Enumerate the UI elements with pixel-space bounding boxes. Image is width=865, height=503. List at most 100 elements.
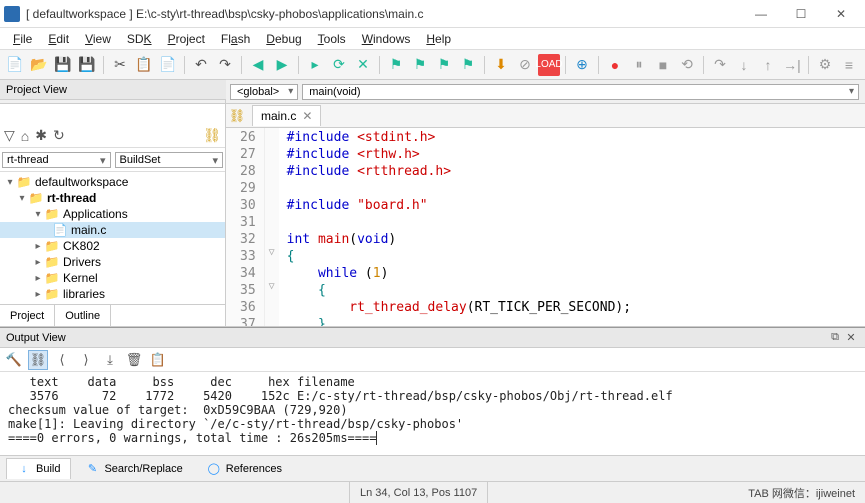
tree-kernel[interactable]: ▸📁Kernel [0,270,225,286]
clean-icon[interactable]: ✕ [352,54,374,76]
menu-edit[interactable]: Edit [41,30,76,48]
out-down-icon[interactable]: ⤓ [100,350,120,370]
close-tab-icon[interactable]: ✕ [302,109,312,123]
flag4-icon[interactable]: ⚑ [457,54,479,76]
debug-icon[interactable]: ⊕ [571,54,593,76]
window-title: [ defaultworkspace ] E:\c-sty\rt-thread\… [26,7,741,21]
menu-debug[interactable]: Debug [259,30,308,48]
nav-back-icon[interactable]: ◀ [247,54,269,76]
undo-icon[interactable]: ↶ [190,54,212,76]
tree-drivers[interactable]: ▸📁Drivers [0,254,225,270]
out-copy-icon[interactable]: 📋 [148,350,168,370]
paste-icon[interactable]: 📄 [157,54,179,76]
output-tab-build[interactable]: ↓Build [6,458,71,479]
out-hammer-icon[interactable]: 🔨 [4,350,24,370]
step-over-icon[interactable]: ↷ [709,54,731,76]
tree-ck802[interactable]: ▸📁CK802 [0,238,225,254]
line-gutter: 26272829303132333435363738 [226,128,265,326]
flag2-icon[interactable]: ⚑ [409,54,431,76]
buildset-selector[interactable]: BuildSet [115,152,224,168]
link-editor-icon[interactable]: ⛓ [203,127,221,144]
main-toolbar: 📄 📂 💾 💾 ✂ 📋 📄 ↶ ↷ ◀ ▶ ▸ ⟳ ✕ ⚑ ⚑ ⚑ ⚑ ⬇ ⊘ … [0,50,865,80]
project-view-tabs: Project Outline [0,304,225,326]
project-view-toolbar: ▽ ⌂ ✱ ↻ ⛓ [0,124,225,148]
code-editor[interactable]: 26272829303132333435363738 ▽▽ #include <… [226,128,865,326]
flag1-icon[interactable]: ⚑ [385,54,407,76]
menu-windows[interactable]: Windows [355,30,418,48]
output-text[interactable]: text data bss dec hex filename 3576 72 1… [0,372,865,455]
pause-icon[interactable]: ⏸ [628,54,650,76]
menu-project[interactable]: Project [161,30,212,48]
maximize-button[interactable]: ☐ [781,2,821,26]
output-tabs: ↓Build ✎Search/Replace ◯References [0,455,865,481]
step-in-icon[interactable]: ↓ [733,54,755,76]
copy-icon[interactable]: 📋 [133,54,155,76]
editor-tab-row: ⛓ main.c ✕ [226,104,865,128]
menu-sdk[interactable]: SDK [120,30,159,48]
project-selector[interactable]: rt-thread [2,152,111,168]
title-bar: [ defaultworkspace ] E:\c-sty\rt-thread\… [0,0,865,28]
output-view-title: Output View [6,332,66,344]
menu-file[interactable]: File [6,30,39,48]
fold-gutter[interactable]: ▽▽ [265,128,279,326]
new-icon[interactable]: 📄 [4,54,26,76]
rebuild-icon[interactable]: ⟳ [328,54,350,76]
tree-workspace[interactable]: ▾📁defaultworkspace [0,174,225,190]
flag3-icon[interactable]: ⚑ [433,54,455,76]
menu-view[interactable]: View [78,30,118,48]
menu-bar: File Edit View SDK Project Flash Debug T… [0,28,865,50]
out-next-icon[interactable]: ⟩ [76,350,96,370]
stop-dl-icon[interactable]: ⊘ [514,54,536,76]
editor-tab-mainc[interactable]: main.c ✕ [252,105,321,126]
tree-libraries[interactable]: ▸📁libraries [0,286,225,302]
open-icon[interactable]: 📂 [28,54,50,76]
out-clear-icon[interactable]: 🗑 [124,350,144,370]
link-icon[interactable]: ⛓ [226,108,248,124]
tab-outline[interactable]: Outline [55,305,111,326]
download-icon[interactable]: ⬇ [490,54,512,76]
tree-applications[interactable]: ▾📁Applications [0,206,225,222]
output-close-icon[interactable]: ✕ [843,330,859,346]
cursor-icon[interactable]: ▽ [4,127,15,144]
menu-help[interactable]: Help [419,30,458,48]
scope-global-select[interactable]: <global> [230,84,298,100]
redo-icon[interactable]: ↷ [214,54,236,76]
status-bar: Ln 34, Col 13, Pos 1107 TAB 网微信：ijiweine… [0,481,865,503]
project-tree[interactable]: ▾📁defaultworkspace ▾📁rt-thread ▾📁Applica… [0,172,225,304]
nav-fwd-icon[interactable]: ▶ [271,54,293,76]
project-view-pane: Project View ▽ ⌂ ✱ ↻ ⛓ rt-thread BuildSe… [0,104,226,326]
menu-flash[interactable]: Flash [214,30,257,48]
save-icon[interactable]: 💾 [52,54,74,76]
minimize-button[interactable]: — [741,2,781,26]
record-icon[interactable]: ● [604,54,626,76]
cut-icon[interactable]: ✂ [109,54,131,76]
refresh-icon[interactable]: ↻ [53,127,65,144]
menu-tools[interactable]: Tools [311,30,353,48]
out-prev-icon[interactable]: ⟨ [52,350,72,370]
output-toolbar: 🔨 ⛓ ⟨ ⟩ ⤓ 🗑 📋 [0,348,865,372]
tree-project[interactable]: ▾📁rt-thread [0,190,225,206]
flash-icon[interactable]: LOAD [538,54,560,76]
tab-project[interactable]: Project [0,305,55,326]
save-all-icon[interactable]: 💾 [76,54,98,76]
home-icon[interactable]: ⌂ [21,128,29,144]
build-icon[interactable]: ▸ [304,54,326,76]
editor-tab-label: main.c [261,109,296,123]
output-float-icon[interactable]: ⧉ [827,330,843,346]
close-button[interactable]: ✕ [821,2,861,26]
scope-func-select[interactable]: main(void) [302,84,859,100]
more-icon[interactable]: ≡ [838,54,860,76]
run-to-icon[interactable]: →| [781,54,803,76]
output-tab-search[interactable]: ✎Search/Replace [75,459,192,479]
tree-main-c[interactable]: 📄main.c [0,222,225,238]
status-right: TAB 网微信：ijiweinet [488,482,865,503]
filter-icon[interactable]: ✱ [35,127,47,144]
step-out-icon[interactable]: ↑ [757,54,779,76]
code-source[interactable]: #include <stdint.h>#include <rthw.h>#inc… [279,128,639,326]
output-tab-references[interactable]: ◯References [197,459,292,479]
settings-icon[interactable]: ⚙ [814,54,836,76]
project-view-title: Project View [6,84,67,96]
out-link-icon[interactable]: ⛓ [28,350,48,370]
restart-icon[interactable]: ⟲ [676,54,698,76]
stop-icon[interactable]: ■ [652,54,674,76]
